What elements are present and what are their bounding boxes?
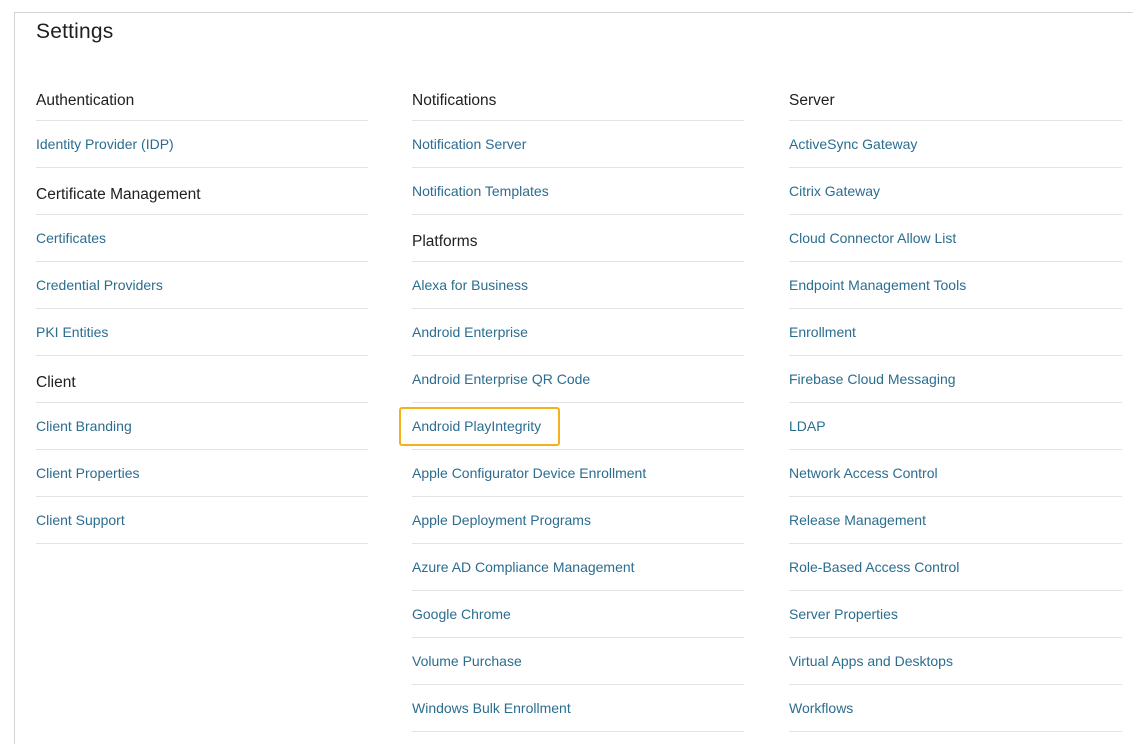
link-client-support[interactable]: Client Support — [36, 497, 368, 544]
link-android-enterprise[interactable]: Android Enterprise — [412, 309, 744, 356]
link-volume-purchase[interactable]: Volume Purchase — [412, 638, 744, 685]
link-label: PKI Entities — [36, 324, 109, 340]
link-google-chrome[interactable]: Google Chrome — [412, 591, 744, 638]
link-label: Client Support — [36, 512, 125, 528]
section-header-certificate-management: Certificate Management — [36, 168, 368, 215]
link-android-playintegrity[interactable]: Android PlayIntegrity — [399, 403, 744, 450]
link-label: Firebase Cloud Messaging — [789, 371, 956, 387]
link-firebase-cloud-messaging[interactable]: Firebase Cloud Messaging — [789, 356, 1122, 403]
link-label: Notification Templates — [412, 183, 549, 199]
link-role-based-access-control[interactable]: Role-Based Access Control — [789, 544, 1122, 591]
link-label: LDAP — [789, 418, 826, 434]
link-label: Apple Configurator Device Enrollment — [412, 465, 647, 481]
link-label: Release Management — [789, 512, 926, 528]
link-label: Server Properties — [789, 606, 898, 622]
link-ldap[interactable]: LDAP — [789, 403, 1122, 450]
link-client-properties[interactable]: Client Properties — [36, 450, 368, 497]
link-label: Workflows — [789, 700, 854, 716]
section-header-client: Client — [36, 356, 368, 403]
link-label: Credential Providers — [36, 277, 163, 293]
link-server-properties[interactable]: Server Properties — [789, 591, 1122, 638]
link-certificates[interactable]: Certificates — [36, 215, 368, 262]
link-credential-providers[interactable]: Credential Providers — [36, 262, 368, 309]
section-header-platforms: Platforms — [412, 215, 744, 262]
link-label: Volume Purchase — [412, 653, 522, 669]
link-notification-server[interactable]: Notification Server — [412, 121, 744, 168]
link-label: ActiveSync Gateway — [789, 136, 918, 152]
link-pki-entities[interactable]: PKI Entities — [36, 309, 368, 356]
link-notification-templates[interactable]: Notification Templates — [412, 168, 744, 215]
link-label: Client Branding — [36, 418, 132, 434]
link-identity-provider[interactable]: Identity Provider (IDP) — [36, 121, 368, 168]
link-label: Enrollment — [789, 324, 856, 340]
link-label: Certificates — [36, 230, 107, 246]
link-label: Endpoint Management Tools — [789, 277, 967, 293]
link-alexa-for-business[interactable]: Alexa for Business — [412, 262, 744, 309]
link-label: Google Chrome — [412, 606, 511, 622]
link-label: Android Enterprise QR Code — [412, 371, 591, 387]
link-label: Identity Provider (IDP) — [36, 136, 174, 152]
settings-column-2: Notifications Notification Server Notifi… — [399, 74, 744, 732]
section-header-authentication: Authentication — [36, 74, 368, 121]
link-label: Apple Deployment Programs — [412, 512, 591, 528]
link-label: Citrix Gateway — [789, 183, 881, 199]
link-apple-deployment-programs[interactable]: Apple Deployment Programs — [412, 497, 744, 544]
link-activesync-gateway[interactable]: ActiveSync Gateway — [789, 121, 1122, 168]
link-label: Client Properties — [36, 465, 140, 481]
link-label: Network Access Control — [789, 465, 938, 481]
link-workflows[interactable]: Workflows — [789, 685, 1122, 732]
link-endpoint-management-tools[interactable]: Endpoint Management Tools — [789, 262, 1122, 309]
link-label: Role-Based Access Control — [789, 559, 960, 575]
page-title: Settings — [36, 20, 114, 43]
link-label: Virtual Apps and Desktops — [789, 653, 953, 669]
section-header-server: Server — [789, 74, 1122, 121]
link-apple-configurator-device-enrollment[interactable]: Apple Configurator Device Enrollment — [412, 450, 744, 497]
link-android-enterprise-qr-code[interactable]: Android Enterprise QR Code — [412, 356, 744, 403]
section-header-notifications: Notifications — [412, 74, 744, 121]
link-label: Notification Server — [412, 136, 527, 152]
link-windows-bulk-enrollment[interactable]: Windows Bulk Enrollment — [412, 685, 744, 732]
settings-column-1: Authentication Identity Provider (IDP) C… — [36, 74, 368, 544]
link-label: Android PlayIntegrity — [412, 418, 542, 434]
link-label: Windows Bulk Enrollment — [412, 700, 571, 716]
link-virtual-apps-and-desktops[interactable]: Virtual Apps and Desktops — [789, 638, 1122, 685]
link-release-management[interactable]: Release Management — [789, 497, 1122, 544]
link-cloud-connector-allow-list[interactable]: Cloud Connector Allow List — [789, 215, 1122, 262]
link-label: Cloud Connector Allow List — [789, 230, 957, 246]
link-citrix-gateway[interactable]: Citrix Gateway — [789, 168, 1122, 215]
link-label: Azure AD Compliance Management — [412, 559, 635, 575]
link-network-access-control[interactable]: Network Access Control — [789, 450, 1122, 497]
link-enrollment[interactable]: Enrollment — [789, 309, 1122, 356]
link-client-branding[interactable]: Client Branding — [36, 403, 368, 450]
settings-column-3: Server ActiveSync Gateway Citrix Gateway… — [789, 74, 1122, 732]
link-azure-ad-compliance-management[interactable]: Azure AD Compliance Management — [412, 544, 744, 591]
link-label: Android Enterprise — [412, 324, 528, 340]
link-label: Alexa for Business — [412, 277, 528, 293]
